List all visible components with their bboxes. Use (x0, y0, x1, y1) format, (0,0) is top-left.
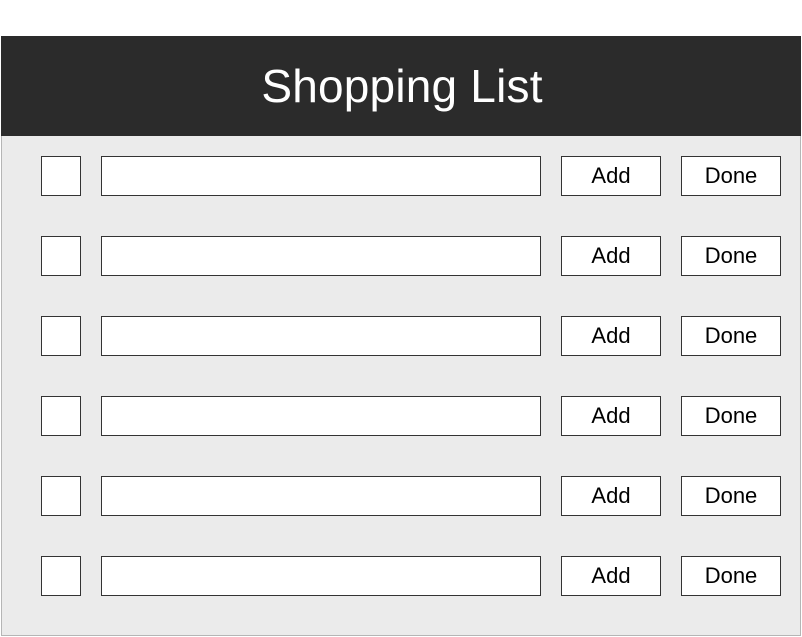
add-button[interactable]: Add (561, 236, 661, 276)
item-input[interactable] (101, 156, 541, 196)
add-button[interactable]: Add (561, 476, 661, 516)
item-input[interactable] (101, 316, 541, 356)
page-title: Shopping List (261, 60, 543, 112)
item-checkbox[interactable] (41, 156, 81, 196)
add-button[interactable]: Add (561, 156, 661, 196)
item-checkbox[interactable] (41, 316, 81, 356)
list-item: Add Done (2, 556, 802, 596)
item-input[interactable] (101, 476, 541, 516)
add-button[interactable]: Add (561, 396, 661, 436)
item-checkbox[interactable] (41, 396, 81, 436)
done-button[interactable]: Done (681, 556, 781, 596)
item-input[interactable] (101, 556, 541, 596)
list-item: Add Done (2, 476, 802, 516)
shopping-list-app: Shopping List Add Done Add Done Add Done… (1, 36, 801, 636)
done-button[interactable]: Done (681, 316, 781, 356)
list-item: Add Done (2, 316, 802, 356)
list-item: Add Done (2, 236, 802, 276)
done-button[interactable]: Done (681, 236, 781, 276)
item-checkbox[interactable] (41, 556, 81, 596)
done-button[interactable]: Done (681, 476, 781, 516)
done-button[interactable]: Done (681, 156, 781, 196)
item-checkbox[interactable] (41, 236, 81, 276)
list-item: Add Done (2, 396, 802, 436)
item-input[interactable] (101, 236, 541, 276)
done-button[interactable]: Done (681, 396, 781, 436)
list-item: Add Done (2, 156, 802, 196)
add-button[interactable]: Add (561, 556, 661, 596)
item-checkbox[interactable] (41, 476, 81, 516)
add-button[interactable]: Add (561, 316, 661, 356)
item-input[interactable] (101, 396, 541, 436)
header-bar: Shopping List (1, 36, 801, 136)
